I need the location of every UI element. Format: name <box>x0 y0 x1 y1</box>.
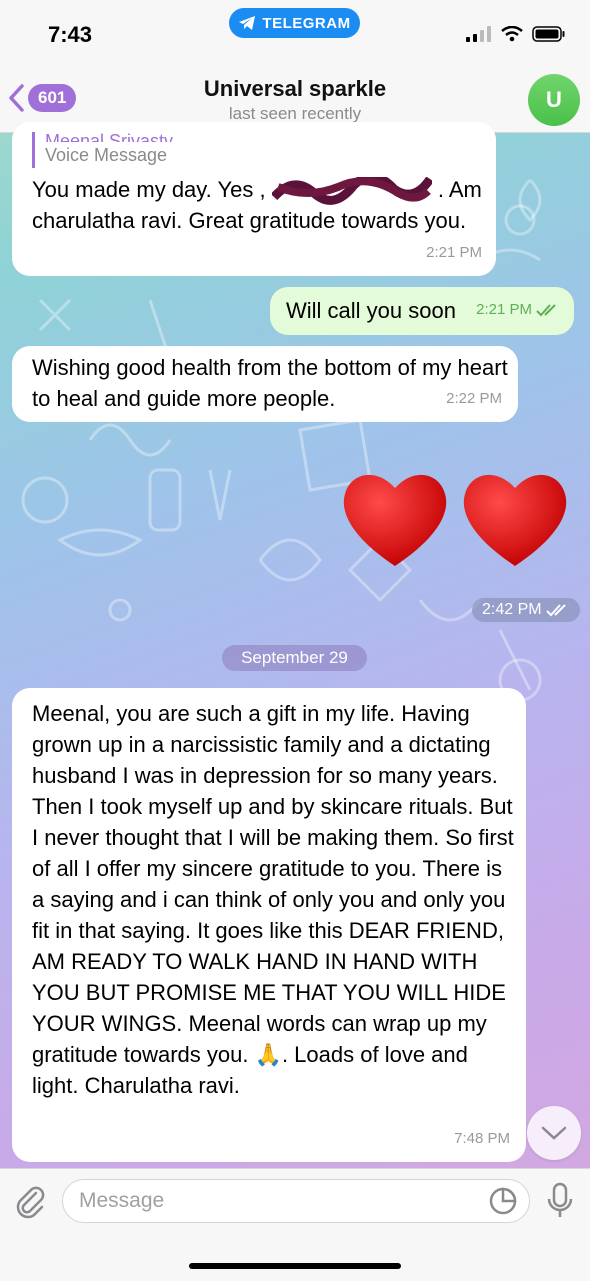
message-meta: 2:21 PM <box>476 294 560 325</box>
status-icons <box>466 26 566 42</box>
app-pill-label: TELEGRAM <box>262 14 351 32</box>
attach-button[interactable] <box>12 1183 48 1219</box>
message-time: 2:21 PM <box>476 301 532 318</box>
voice-record-button[interactable] <box>545 1181 575 1221</box>
mic-icon <box>547 1182 573 1217</box>
date-separator: September 29 <box>222 645 367 671</box>
avatar[interactable]: U <box>528 74 580 126</box>
message-input[interactable] <box>62 1179 530 1223</box>
message-text-part: You made my day. Yes , <box>32 177 266 202</box>
message-time: 2:22 PM <box>446 390 502 407</box>
sticker-icon <box>489 1187 517 1215</box>
red-heart-icon <box>463 474 567 566</box>
message-bubble-outgoing[interactable]: Will call you soon 2:21 PM <box>270 287 574 335</box>
reply-preview-text: Voice Message <box>45 145 168 165</box>
message-meta: 7:48 PM <box>454 1123 510 1154</box>
message-bubble-incoming[interactable]: Wishing good health from the bottom of m… <box>12 346 518 422</box>
chevron-down-icon <box>541 1126 567 1140</box>
red-heart-icon <box>343 474 447 566</box>
redaction-scribble <box>271 177 432 205</box>
home-indicator <box>189 1263 401 1269</box>
reply-sender-name: Meenal Srivastv <box>45 132 174 142</box>
message-bubble-incoming[interactable]: Meenal Srivastv Voice Message You made m… <box>12 122 496 276</box>
message-time: 2:21 PM <box>426 244 482 261</box>
attach-icon <box>16 1186 45 1219</box>
read-checks-icon <box>536 303 556 316</box>
wifi-icon <box>501 26 523 42</box>
message-meta: 2:21 PM <box>426 237 482 268</box>
status-bar: 7:43 TELEGRAM <box>0 0 590 60</box>
message-time: 2:42 PM <box>482 601 542 618</box>
message-bubble-incoming[interactable]: Meenal, you are such a gift in my life. … <box>12 688 526 1162</box>
emoji-message-meta: 2:42 PM <box>472 598 580 622</box>
scroll-to-bottom-button[interactable] <box>527 1106 581 1160</box>
message-time: 7:48 PM <box>454 1130 510 1147</box>
status-time: 7:43 <box>48 22 93 47</box>
telegram-plane-icon <box>239 16 256 30</box>
message-text: Wishing good health from the bottom of m… <box>32 355 508 411</box>
message-text: Will call you soon <box>286 298 456 323</box>
signal-icon <box>466 26 491 42</box>
reply-quote[interactable]: Meenal Srivastv Voice Message <box>32 132 480 168</box>
chat-title[interactable]: Universal sparkle <box>0 76 590 102</box>
telegram-app-pill[interactable]: TELEGRAM <box>229 8 360 38</box>
read-checks-icon <box>545 604 566 617</box>
message-text: You made my day. Yes , . Am charulatha r… <box>32 174 482 236</box>
battery-icon <box>532 26 565 42</box>
emoji-message[interactable] <box>338 466 574 576</box>
chat-status: last seen recently <box>228 104 362 123</box>
message-meta: 2:22 PM <box>446 383 502 414</box>
message-text: Meenal, you are such a gift in my life. … <box>32 701 514 1098</box>
sticker-button[interactable] <box>488 1186 518 1216</box>
